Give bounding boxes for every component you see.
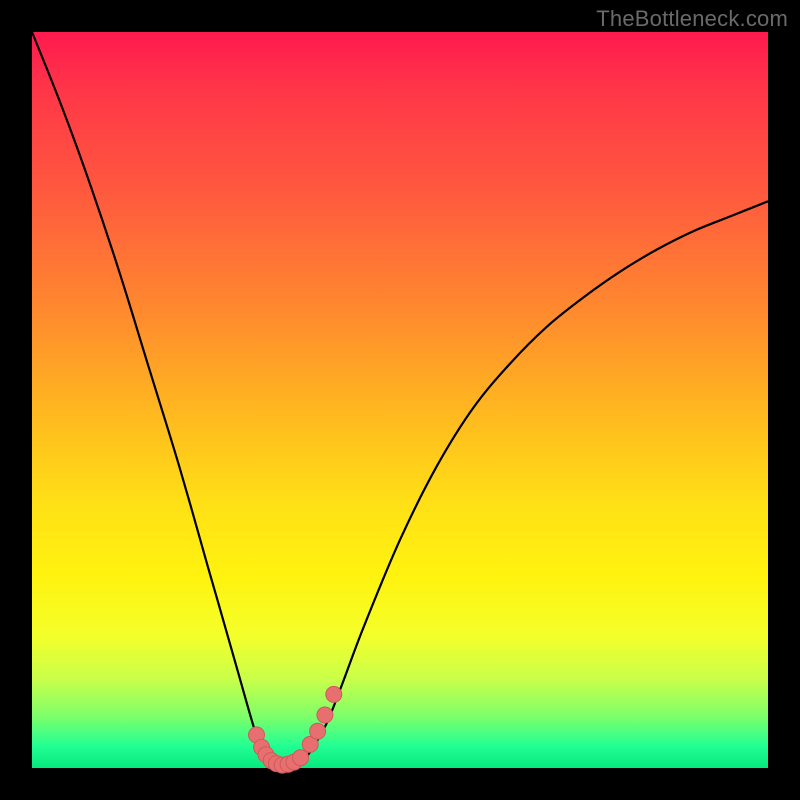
curve-marker [317, 707, 333, 723]
curve-markers [249, 686, 342, 773]
watermark-text: TheBottleneck.com [596, 6, 788, 32]
bottleneck-curve [32, 32, 768, 768]
curve-marker [310, 723, 326, 739]
curve-path [32, 32, 768, 765]
chart-frame: TheBottleneck.com [0, 0, 800, 800]
plot-area [32, 32, 768, 768]
curve-marker [293, 750, 309, 766]
curve-marker [326, 686, 342, 702]
